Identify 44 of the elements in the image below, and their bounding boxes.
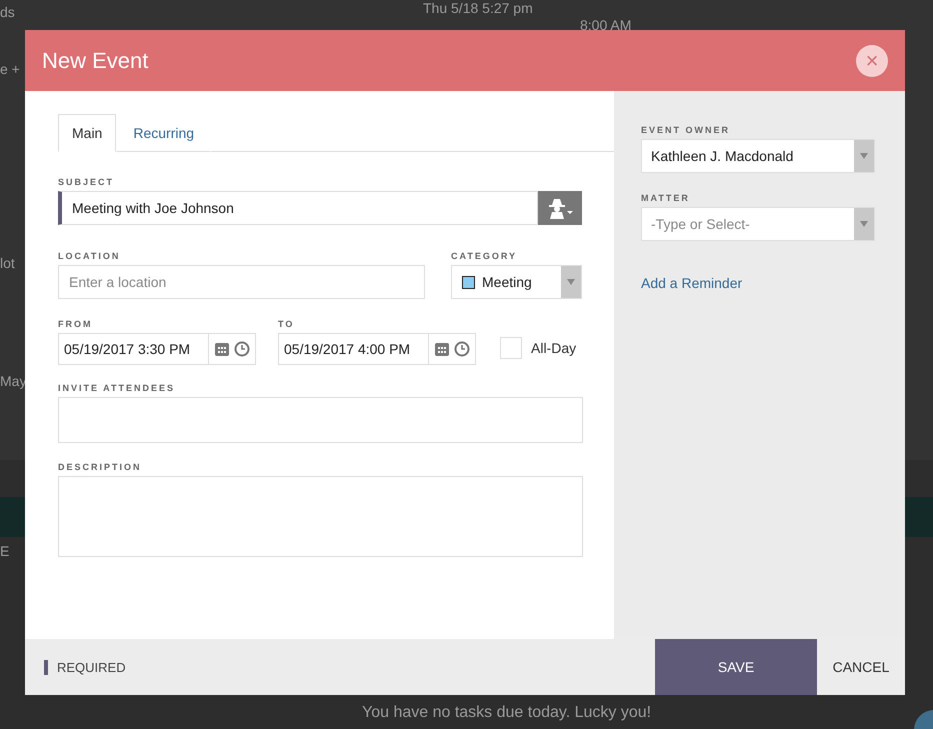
background-text: lot	[0, 255, 15, 271]
field-label: MATTER	[641, 193, 691, 203]
background-text: e +	[0, 61, 20, 77]
caret-icon	[567, 279, 575, 285]
date-time-field[interactable]: 05/19/2017 4:00 PM	[278, 333, 476, 365]
field-label: INVITE ATTENDEES	[58, 383, 176, 393]
privacy-button[interactable]	[538, 191, 582, 225]
clock-icon[interactable]	[234, 341, 250, 357]
calendar-icon[interactable]	[214, 341, 230, 357]
tab[interactable]: Main	[58, 114, 116, 152]
date-time-field[interactable]: 05/19/2017 3:30 PM	[58, 333, 256, 365]
background-text: ds	[0, 4, 15, 20]
cancel-button[interactable]: CANCEL	[817, 639, 905, 695]
attendees-field[interactable]	[58, 397, 583, 443]
field-label: LOCATION	[58, 251, 122, 261]
checkbox-label: All-Day	[531, 340, 576, 356]
background-text: 8:00 AM	[580, 17, 632, 33]
location-field[interactable]: Enter a location	[58, 265, 425, 299]
description-field[interactable]	[58, 476, 583, 557]
field-label: TO	[278, 319, 296, 329]
background-text: May	[0, 373, 26, 389]
calendar-icon[interactable]	[434, 341, 450, 357]
caret-icon	[860, 153, 868, 159]
field-label: FROM	[58, 319, 94, 329]
background-text: You have no tasks due today. Lucky you!	[362, 704, 652, 722]
caret-icon	[860, 221, 868, 227]
save-button[interactable]: SAVE	[655, 639, 817, 695]
spy-icon	[546, 197, 574, 219]
matter-select[interactable]: -Type or Select-	[641, 207, 875, 241]
field-label: EVENT OWNER	[641, 125, 732, 135]
tab[interactable]: Recurring	[116, 114, 212, 152]
category-select[interactable]: Meeting	[451, 265, 582, 299]
required-legend: REQUIRED	[57, 660, 655, 674]
owner-select[interactable]: Kathleen J. Macdonald	[641, 139, 875, 173]
background-text: Thu 5/18 5:27 pm	[423, 0, 533, 16]
background-text: E	[0, 543, 10, 559]
dialog-title: New Event	[42, 48, 148, 74]
field-label: DESCRIPTION	[58, 462, 143, 472]
add-reminder-link[interactable]: Add a Reminder	[641, 275, 875, 291]
field-label: CATEGORY	[451, 251, 518, 261]
checkbox[interactable]	[500, 337, 522, 359]
clock-icon[interactable]	[454, 341, 470, 357]
required-marker	[44, 660, 48, 674]
field-label: SUBJECT	[58, 177, 116, 187]
